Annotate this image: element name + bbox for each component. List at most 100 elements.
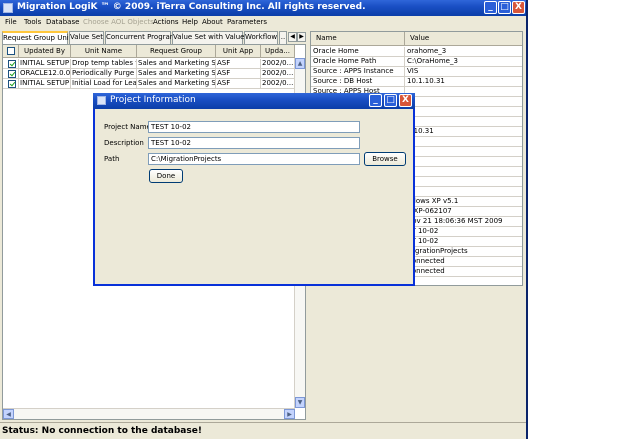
tab-concurrent-program[interactable]: Concurrent Program [105, 31, 177, 44]
property-value [405, 87, 522, 97]
property-value: r [405, 187, 522, 197]
dialog-close-button[interactable]: X [399, 94, 412, 107]
row-select-cell[interactable] [3, 59, 19, 69]
browse-button[interactable]: Browse [364, 152, 406, 166]
menu-parameters[interactable]: Parameters [227, 18, 267, 26]
cell-request-group: Sales and Marketing Su... [137, 79, 216, 89]
table-row[interactable]: INITIAL SETUP Drop temp tables f... Sale… [3, 59, 295, 69]
property-row[interactable]: Oracle Home Path C:\OraHome_3 [311, 57, 522, 67]
cell-updated-by: ORACLE12.0.0 [19, 69, 71, 79]
scroll-right-icon[interactable]: ▶ [284, 409, 295, 419]
dialog-title: Project Information [110, 95, 196, 105]
property-row[interactable]: Oracle Home orahome_3 [311, 47, 522, 57]
row-checkbox[interactable] [8, 70, 16, 78]
property-value: 0-XP-062107 [407, 207, 452, 215]
properties-header-name[interactable]: Name [311, 32, 405, 46]
properties-header: Name Value [311, 32, 522, 46]
property-name: Oracle Home [311, 47, 405, 57]
grid-header-updated-by[interactable]: Updated By [19, 45, 71, 58]
cell-updated-by: INITIAL SETUP [19, 59, 71, 69]
row-select-cell[interactable] [3, 69, 19, 79]
select-all-checkbox[interactable] [7, 47, 15, 55]
grid-header-select[interactable] [3, 45, 19, 58]
property-value: C:\OraHome_3 [407, 57, 458, 65]
property-value: 1 [405, 97, 522, 107]
close-button[interactable]: X [512, 1, 525, 14]
tab-request-group-unit[interactable]: Request Group Unit [2, 31, 71, 45]
dialog-titlebar[interactable]: Project Information _ □ X [93, 93, 415, 109]
grid-header-updated[interactable]: Upda... [261, 45, 295, 58]
tab-overflow[interactable]: .. [279, 31, 287, 44]
property-value: ST 10-02 [407, 227, 439, 235]
cell-request-group: Sales and Marketing Su... [137, 69, 216, 79]
cell-updated: 2002/0... [261, 79, 295, 89]
row-checkbox[interactable] [8, 80, 16, 88]
grid-horizontal-scrollbar[interactable]: ◀ ▶ [3, 408, 295, 419]
scroll-up-icon[interactable]: ▲ [295, 58, 305, 69]
cell-updated-by: INITIAL SETUP [19, 79, 71, 89]
dialog-app-icon [97, 96, 106, 105]
minimize-button[interactable]: _ [484, 1, 497, 14]
project-information-dialog: Project Information _ □ X Project Name T… [93, 93, 415, 286]
tab-scroll-right-icon[interactable]: ▶ [297, 32, 306, 42]
dialog-minimize-button[interactable]: _ [369, 94, 382, 107]
properties-header-value[interactable]: Value [405, 32, 522, 46]
path-field[interactable]: C:\MigrationProjects [148, 153, 360, 165]
menu-tools[interactable]: Tools [24, 18, 41, 26]
tab-value-set-with-values[interactable]: Value Set with Values [172, 31, 248, 44]
done-button[interactable]: Done [149, 169, 183, 183]
grid-header-unit-app[interactable]: Unit App [216, 45, 261, 58]
project-name-field[interactable]: TEST 10-02 [148, 121, 360, 133]
status-bar: Status: No connection to the database! [0, 422, 526, 439]
menu-choose-aol-objects[interactable]: Choose AOL Objects [83, 18, 154, 26]
cell-unit-name: Initial Load for Lea... [71, 79, 137, 89]
scroll-left-icon[interactable]: ◀ [3, 409, 14, 419]
property-value: Connected [407, 257, 445, 265]
property-value: 10.1.10.31 [407, 77, 445, 85]
cell-unit-app: ASF [216, 79, 261, 89]
row-select-cell[interactable] [3, 79, 19, 89]
maximize-button[interactable]: □ [498, 1, 511, 14]
menu-help[interactable]: Help [182, 18, 198, 26]
grid-header: Updated By Unit Name Request Group Unit … [3, 45, 295, 58]
property-row[interactable]: Source : APPS Instance VIS [311, 67, 522, 77]
cell-unit-app: ASF [216, 69, 261, 79]
grid-header-request-group[interactable]: Request Group [137, 45, 216, 58]
cell-unit-app: ASF [216, 59, 261, 69]
menu-actions[interactable]: Actions [153, 18, 179, 26]
property-value: VIS [407, 67, 419, 75]
cell-request-group: Sales and Marketing Su... [137, 59, 216, 69]
property-value [405, 137, 522, 147]
description-field[interactable]: TEST 10-02 [148, 137, 360, 149]
status-text: Status: No connection to the database! [2, 426, 202, 436]
menu-file[interactable]: File [5, 18, 17, 26]
property-value: 1.10.31 [407, 127, 434, 135]
property-value [405, 107, 522, 117]
grid-header-unit-name[interactable]: Unit Name [71, 45, 137, 58]
row-checkbox[interactable] [8, 60, 16, 68]
property-value [405, 177, 522, 187]
app-icon [3, 3, 13, 13]
property-value: orahome_3 [407, 47, 447, 55]
table-row[interactable]: INITIAL SETUP Initial Load for Lea... Sa… [3, 79, 295, 89]
property-value [405, 167, 522, 177]
property-row[interactable]: Source : DB Host 10.1.10.31 [311, 77, 522, 87]
tab-workflow[interactable]: Workflow [244, 31, 278, 44]
menu-database[interactable]: Database [46, 18, 79, 26]
dialog-maximize-button[interactable]: □ [384, 94, 397, 107]
cell-updated: 2002/0... [261, 69, 295, 79]
dialog-body: Project Name TEST 10-02 Description TEST… [97, 113, 411, 281]
tab-value-set[interactable]: Value Set [69, 31, 104, 44]
cell-unit-name: Periodically Purge ... [71, 69, 137, 79]
main-titlebar[interactable]: Migration LogiK ™ © 2009. iTerra Consult… [0, 0, 526, 16]
tab-scroll-left-icon[interactable]: ◀ [288, 32, 297, 42]
property-name: Oracle Home Path [311, 57, 405, 67]
scroll-down-icon[interactable]: ▼ [295, 397, 305, 408]
description-label: Description [104, 139, 144, 147]
path-label: Path [104, 155, 120, 163]
tab-strip: Request Group Unit Value Set Concurrent … [2, 31, 306, 45]
menu-about[interactable]: About [202, 18, 223, 26]
menu-bar: File Tools Database Choose AOL Objects A… [0, 16, 526, 29]
table-row[interactable]: ORACLE12.0.0 Periodically Purge ... Sale… [3, 69, 295, 79]
app-title: Migration LogiK ™ © 2009. iTerra Consult… [17, 2, 366, 12]
